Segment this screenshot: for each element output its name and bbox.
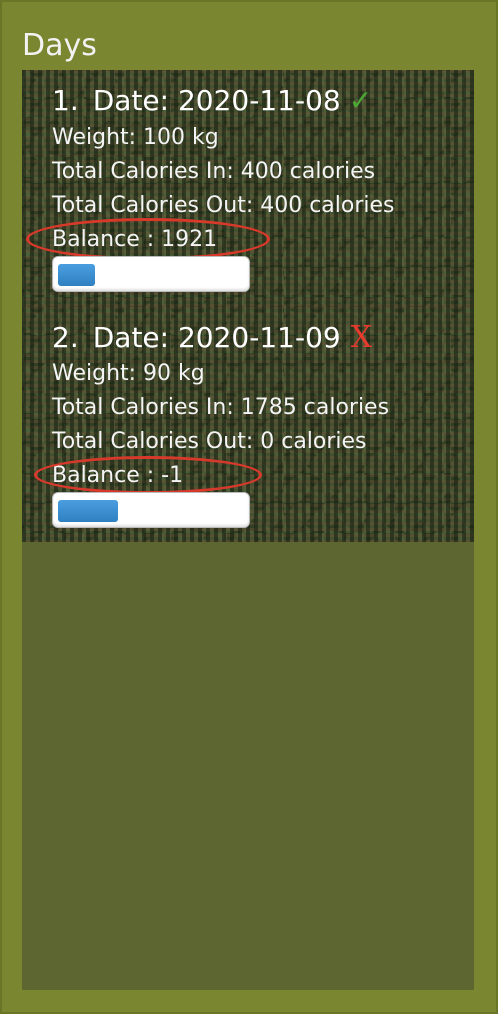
day-card[interactable]: 1. Date: 2020-11-08 ✓ Weight: 100 kg Total… [22,70,474,306]
day-index: 1. [52,84,79,117]
balance-highlight-ring [26,218,270,260]
date-heading: 2. Date: 2020-11-09 X [52,320,372,355]
progress-fill [58,264,95,286]
day-card[interactable]: 2. Date: 2020-11-09 X Weight: 90 kg Total … [22,306,474,542]
calories-in-text: Total Calories In: 400 calories [52,159,376,184]
check-icon: ✓ [348,84,373,117]
calories-out-text: Total Calories Out: 400 calories [52,193,395,218]
progress-fill [58,500,118,522]
progress-bar [52,256,250,292]
day-list[interactable]: 1. Date: 2020-11-08 ✓ Weight: 100 kg Total… [22,70,474,990]
progress-bar [52,492,250,528]
calories-out-text: Total Calories Out: 0 calories [52,429,367,454]
panel-title: Days [22,28,97,63]
day-date: Date: 2020-11-08 [92,84,341,117]
date-heading: 1. Date: 2020-11-08 ✓ [52,84,372,117]
balance-highlight-ring [34,456,262,494]
cross-icon: X [350,320,373,355]
weight-text: Weight: 100 kg [52,125,219,150]
day-date: Date: 2020-11-09 [92,321,341,354]
day-index: 2. [52,321,79,354]
calories-in-text: Total Calories In: 1785 calories [52,395,390,420]
weight-text: Weight: 90 kg [52,361,205,386]
